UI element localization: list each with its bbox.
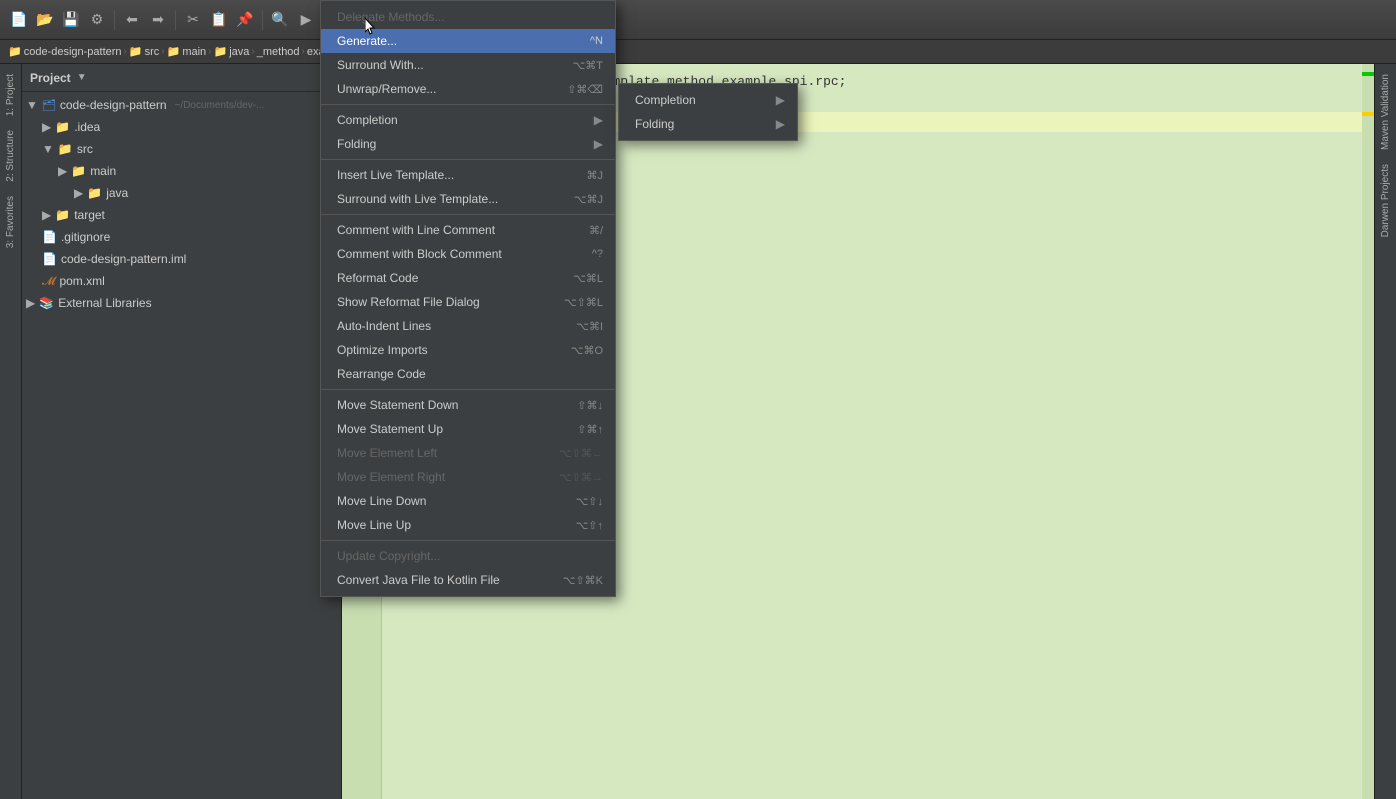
completion-folding-submenu: Completion ▶ Folding ▶ <box>618 83 798 141</box>
menu-item-auto-indent[interactable]: Auto-Indent Lines ⌥⌘I <box>321 314 615 338</box>
menu-item-move-line-down[interactable]: Move Line Down ⌥⇧↓ <box>321 489 615 513</box>
menu-item-surround-with[interactable]: Surround With... ⌥⌘T <box>321 53 615 77</box>
menu-item-move-stmt-up[interactable]: Move Statement Up ⇧⌘↑ <box>321 417 615 441</box>
submenu-arrow-folding: ▶ <box>776 117 785 131</box>
menu-item-insert-live-template[interactable]: Insert Live Template... ⌘J <box>321 163 615 187</box>
menu-item-surround-live-template[interactable]: Surround with Live Template... ⌥⌘J <box>321 187 615 211</box>
menu-item-optimize-imports[interactable]: Optimize Imports ⌥⌘O <box>321 338 615 362</box>
menu-item-folding[interactable]: Folding ▶ <box>321 132 615 156</box>
menu-item-unwrap[interactable]: Unwrap/Remove... ⇧⌘⌫ <box>321 77 615 101</box>
menu-item-move-stmt-down[interactable]: Move Statement Down ⇧⌘↓ <box>321 393 615 417</box>
submenu-item-completion[interactable]: Completion ▶ <box>619 88 797 112</box>
menu-item-update-copyright[interactable]: Update Copyright... <box>321 544 615 568</box>
menu-item-delegate-methods[interactable]: Delegate Methods... <box>321 5 615 29</box>
submenu-arrow-completion: ▶ <box>776 93 785 107</box>
menu-item-rearrange-code[interactable]: Rearrange Code <box>321 362 615 386</box>
sep5 <box>321 540 615 541</box>
sep4 <box>321 389 615 390</box>
menu-item-move-elem-right[interactable]: Move Element Right ⌥⇧⌘→ <box>321 465 615 489</box>
menu-item-completion[interactable]: Completion ▶ <box>321 108 615 132</box>
sep2 <box>321 159 615 160</box>
context-menu: Delegate Methods... Generate... ^N Surro… <box>320 0 616 597</box>
menu-item-reformat-code[interactable]: Reformat Code ⌥⌘L <box>321 266 615 290</box>
submenu-item-folding[interactable]: Folding ▶ <box>619 112 797 136</box>
sep3 <box>321 214 615 215</box>
menu-item-move-line-up[interactable]: Move Line Up ⌥⇧↑ <box>321 513 615 537</box>
menu-item-line-comment[interactable]: Comment with Line Comment ⌘/ <box>321 218 615 242</box>
submenu-label-folding: Folding <box>635 117 674 131</box>
sep1 <box>321 104 615 105</box>
menu-item-move-elem-left[interactable]: Move Element Left ⌥⇧⌘← <box>321 441 615 465</box>
menu-item-generate[interactable]: Generate... ^N <box>321 29 615 53</box>
menu-item-block-comment[interactable]: Comment with Block Comment ^? <box>321 242 615 266</box>
menu-item-reformat-dialog[interactable]: Show Reformat File Dialog ⌥⇧⌘L <box>321 290 615 314</box>
submenu-label-completion: Completion <box>635 93 696 107</box>
context-menu-overlay: Delegate Methods... Generate... ^N Surro… <box>0 0 1396 799</box>
menu-item-convert-kotlin[interactable]: Convert Java File to Kotlin File ⌥⇧⌘K <box>321 568 615 592</box>
